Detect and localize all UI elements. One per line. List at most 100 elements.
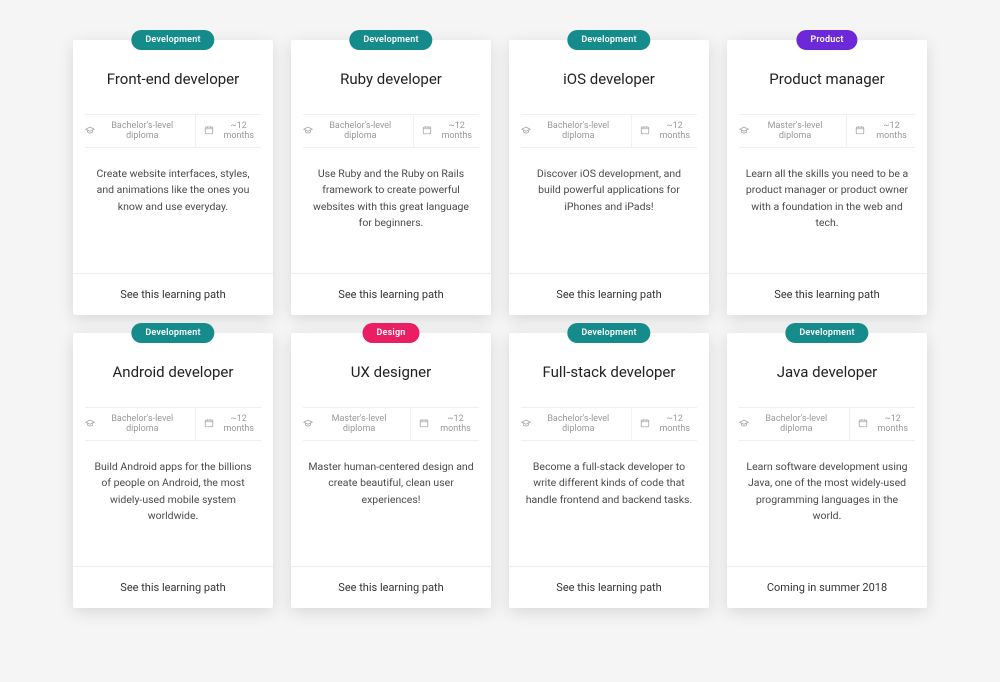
calendar-icon: [204, 418, 214, 431]
diploma-meta: Bachelor's-level diploma: [303, 115, 405, 147]
card-meta: Master's-level diploma ~12 months: [739, 114, 915, 148]
card-title: iOS developer: [521, 70, 697, 88]
card-body: UX designer Master's-level diploma ~12 m…: [291, 333, 491, 566]
category-badge: Development: [349, 30, 432, 50]
calendar-icon: [419, 418, 429, 431]
learning-path-card[interactable]: Development Ruby developer Bachelor's-le…: [291, 40, 491, 315]
calendar-icon: [640, 418, 650, 431]
card-title: Front-end developer: [85, 70, 261, 88]
card-description: Learn software development using Java, o…: [739, 459, 915, 524]
duration-label: ~12 months: [871, 414, 915, 434]
category-badge: Product: [796, 30, 857, 50]
calendar-icon: [858, 418, 868, 431]
card-body: Java developer Bachelor's-level diploma …: [727, 333, 927, 566]
duration-meta: ~12 months: [855, 115, 915, 147]
duration-meta: ~12 months: [640, 115, 697, 147]
diploma-icon: [521, 418, 531, 431]
card-title: Android developer: [85, 363, 261, 381]
learning-path-card[interactable]: Development Java developer Bachelor's-le…: [727, 333, 927, 608]
card-meta: Bachelor's-level diploma ~12 months: [521, 114, 697, 148]
duration-meta: ~12 months: [419, 408, 479, 440]
duration-meta: ~12 months: [204, 408, 261, 440]
learning-path-card[interactable]: Development Full-stack developer Bachelo…: [509, 333, 709, 608]
learning-path-card[interactable]: Development iOS developer Bachelor's-lev…: [509, 40, 709, 315]
duration-meta: ~12 months: [640, 408, 697, 440]
card-cta[interactable]: See this learning path: [509, 273, 709, 315]
card-description: Become a full-stack developer to write d…: [521, 459, 697, 508]
calendar-icon: [855, 125, 865, 138]
card-description: Discover iOS development, and build powe…: [521, 166, 697, 215]
diploma-label: Bachelor's-level diploma: [98, 121, 187, 141]
card-description: Learn all the skills you need to be a pr…: [739, 166, 915, 231]
calendar-icon: [204, 125, 214, 138]
diploma-icon: [303, 125, 313, 138]
duration-label: ~12 months: [217, 414, 261, 434]
category-badge: Development: [131, 30, 214, 50]
meta-divider: [195, 408, 196, 440]
meta-divider: [849, 408, 850, 440]
card-description: Use Ruby and the Ruby on Rails framework…: [303, 166, 479, 231]
card-cta[interactable]: See this learning path: [509, 566, 709, 608]
card-description: Master human-centered design and create …: [303, 459, 479, 508]
learning-path-card[interactable]: Development Android developer Bachelor's…: [73, 333, 273, 608]
diploma-icon: [303, 418, 313, 431]
meta-divider: [631, 408, 632, 440]
diploma-icon: [739, 125, 749, 138]
diploma-meta: Master's-level diploma: [739, 115, 838, 147]
diploma-icon: [521, 125, 531, 138]
diploma-meta: Bachelor's-level diploma: [85, 408, 187, 440]
card-meta: Bachelor's-level diploma ~12 months: [303, 114, 479, 148]
diploma-label: Bachelor's-level diploma: [316, 121, 405, 141]
card-meta: Bachelor's-level diploma ~12 months: [521, 407, 697, 441]
card-meta: Bachelor's-level diploma ~12 months: [85, 114, 261, 148]
meta-divider: [413, 115, 414, 147]
duration-meta: ~12 months: [422, 115, 479, 147]
card-body: Full-stack developer Bachelor's-level di…: [509, 333, 709, 566]
calendar-icon: [640, 125, 650, 138]
diploma-label: Bachelor's-level diploma: [98, 414, 187, 434]
diploma-label: Master's-level diploma: [752, 121, 838, 141]
diploma-icon: [85, 125, 95, 138]
category-badge: Development: [131, 323, 214, 343]
card-title: UX designer: [303, 363, 479, 381]
learning-path-card[interactable]: Development Front-end developer Bachelor…: [73, 40, 273, 315]
diploma-label: Master's-level diploma: [316, 414, 402, 434]
card-title: Product manager: [739, 70, 915, 88]
meta-divider: [631, 115, 632, 147]
diploma-meta: Bachelor's-level diploma: [85, 115, 187, 147]
card-body: Android developer Bachelor's-level diplo…: [73, 333, 273, 566]
card-cta[interactable]: See this learning path: [73, 273, 273, 315]
card-cta[interactable]: See this learning path: [73, 566, 273, 608]
card-meta: Master's-level diploma ~12 months: [303, 407, 479, 441]
diploma-label: Bachelor's-level diploma: [534, 121, 623, 141]
duration-meta: ~12 months: [858, 408, 915, 440]
card-cta[interactable]: See this learning path: [727, 273, 927, 315]
learning-path-grid: Development Front-end developer Bachelor…: [0, 40, 1000, 608]
card-body: Ruby developer Bachelor's-level diploma …: [291, 40, 491, 273]
duration-meta: ~12 months: [204, 115, 261, 147]
card-title: Ruby developer: [303, 70, 479, 88]
meta-divider: [410, 408, 411, 440]
category-badge: Development: [567, 323, 650, 343]
card-body: Product manager Master's-level diploma ~…: [727, 40, 927, 273]
card-body: iOS developer Bachelor's-level diploma ~…: [509, 40, 709, 273]
meta-divider: [846, 115, 847, 147]
duration-label: ~12 months: [653, 121, 697, 141]
duration-label: ~12 months: [868, 121, 915, 141]
card-body: Front-end developer Bachelor's-level dip…: [73, 40, 273, 273]
card-cta[interactable]: See this learning path: [291, 273, 491, 315]
card-cta[interactable]: Coming in summer 2018: [727, 566, 927, 608]
diploma-label: Bachelor's-level diploma: [752, 414, 841, 434]
learning-path-card[interactable]: Design UX designer Master's-level diplom…: [291, 333, 491, 608]
duration-label: ~12 months: [653, 414, 697, 434]
card-title: Java developer: [739, 363, 915, 381]
diploma-meta: Master's-level diploma: [303, 408, 402, 440]
diploma-label: Bachelor's-level diploma: [534, 414, 623, 434]
learning-path-card[interactable]: Product Product manager Master's-level d…: [727, 40, 927, 315]
diploma-meta: Bachelor's-level diploma: [521, 408, 623, 440]
category-badge: Development: [785, 323, 868, 343]
card-cta[interactable]: See this learning path: [291, 566, 491, 608]
category-badge: Development: [567, 30, 650, 50]
diploma-meta: Bachelor's-level diploma: [521, 115, 623, 147]
card-meta: Bachelor's-level diploma ~12 months: [739, 407, 915, 441]
